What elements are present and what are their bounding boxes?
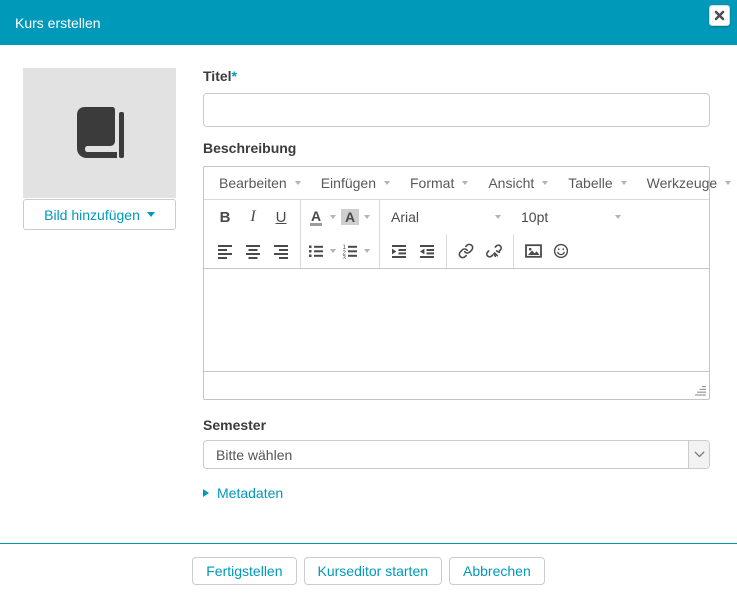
- align-left-button[interactable]: [211, 238, 239, 264]
- font-group: Arial 10pt: [379, 200, 632, 234]
- caret-down-icon: [620, 181, 627, 185]
- align-group: [206, 234, 300, 268]
- numbered-list-caret[interactable]: [360, 238, 374, 264]
- align-right-button[interactable]: [267, 238, 295, 264]
- editor-toolbar-row1: B I U A A Arial 10pt: [204, 200, 709, 234]
- indent-group: [379, 234, 446, 268]
- metadata-toggle-link[interactable]: Metadaten: [203, 485, 283, 501]
- caret-down-icon: [542, 181, 549, 185]
- semester-selected-value: Bitte wählen: [216, 446, 293, 463]
- format-group: B I U: [206, 200, 300, 234]
- editor-toolbar-row2: 123: [204, 234, 709, 268]
- link-group: [446, 234, 513, 268]
- cancel-button[interactable]: Abbrechen: [449, 557, 545, 585]
- smiley-icon: [553, 243, 569, 259]
- book-icon: [67, 101, 133, 165]
- editor-menubar: Bearbeiten Einfügen Format Ansicht Tabel…: [204, 167, 732, 200]
- bold-button[interactable]: B: [211, 204, 239, 230]
- bullet-list-caret[interactable]: [326, 238, 340, 264]
- add-image-button[interactable]: Bild hinzufügen: [23, 199, 176, 230]
- course-image-placeholder: [23, 68, 176, 198]
- svg-text:3: 3: [343, 256, 347, 260]
- description-label: Beschreibung: [203, 140, 297, 156]
- media-group: [513, 234, 580, 268]
- dialog-footer: Fertigstellen Kurseditor starten Abbrech…: [0, 543, 737, 594]
- unlink-icon: [486, 243, 502, 259]
- align-left-icon: [217, 243, 233, 259]
- caret-down-icon: [364, 215, 370, 219]
- font-family-select[interactable]: Arial: [385, 204, 507, 230]
- image-icon: [524, 243, 542, 259]
- font-size-select[interactable]: 10pt: [515, 204, 627, 230]
- insert-link-button[interactable]: [452, 238, 480, 264]
- menu-format[interactable]: Format: [400, 170, 478, 196]
- semester-select[interactable]: Bitte wählen: [203, 440, 710, 469]
- background-color-button[interactable]: A: [340, 204, 360, 230]
- caret-down-icon: [364, 249, 370, 253]
- editor-content-area[interactable]: [204, 268, 709, 371]
- menu-tools[interactable]: Werkzeuge: [637, 170, 737, 196]
- menu-edit[interactable]: Bearbeiten: [209, 170, 311, 196]
- close-icon: [714, 10, 725, 21]
- finish-button[interactable]: Fertigstellen: [192, 557, 297, 585]
- text-color-caret[interactable]: [326, 204, 340, 230]
- caret-down-icon: [725, 181, 732, 185]
- add-image-button-label: Bild hinzufügen: [44, 206, 140, 223]
- caret-down-icon: [384, 181, 390, 185]
- caret-down-icon: [615, 215, 621, 219]
- caret-down-icon: [462, 181, 469, 185]
- link-icon: [458, 243, 474, 259]
- outdent-icon: [419, 243, 435, 259]
- caret-down-icon: [330, 249, 336, 253]
- menu-insert[interactable]: Einfügen: [311, 170, 400, 196]
- dialog-title: Kurs erstellen: [15, 14, 101, 31]
- description-richtext-editor: Bearbeiten Einfügen Format Ansicht Tabel…: [203, 166, 732, 400]
- caret-down-icon: [495, 215, 501, 219]
- color-group: A A: [300, 200, 379, 234]
- italic-button[interactable]: I: [239, 204, 267, 230]
- start-course-editor-button[interactable]: Kurseditor starten: [303, 557, 443, 585]
- caret-down-icon: [294, 181, 301, 185]
- menu-view[interactable]: Ansicht: [478, 170, 558, 196]
- caret-down-icon: [146, 212, 155, 217]
- course-form: Titel* Beschreibung Bearbeiten Einfügen …: [203, 68, 732, 543]
- numbered-list-icon: 123: [342, 243, 358, 259]
- remove-link-button[interactable]: [480, 238, 508, 264]
- dialog-body: Bild hinzufügen Titel* Beschreibung Bear…: [0, 45, 737, 543]
- semester-field: Semester Bitte wählen: [203, 417, 710, 469]
- required-marker: *: [231, 68, 237, 84]
- background-color-caret[interactable]: [360, 204, 374, 230]
- select-arrow-box: [688, 441, 709, 468]
- insert-smiley-button[interactable]: [547, 238, 575, 264]
- menu-table[interactable]: Tabelle: [558, 170, 636, 196]
- underline-button[interactable]: U: [267, 204, 295, 230]
- title-label: Titel*: [203, 68, 237, 84]
- bullet-list-button[interactable]: [306, 238, 326, 264]
- editor-statusbar: [204, 371, 709, 399]
- metadata-link-label: Metadaten: [217, 485, 284, 501]
- indent-button[interactable]: [385, 238, 413, 264]
- numbered-list-button[interactable]: 123: [340, 238, 360, 264]
- title-input[interactable]: [203, 93, 710, 127]
- outdent-button[interactable]: [413, 238, 441, 264]
- align-center-icon: [245, 243, 261, 259]
- course-image-panel: Bild hinzufügen: [23, 68, 176, 543]
- close-button[interactable]: [709, 5, 730, 26]
- caret-down-icon: [330, 215, 336, 219]
- triangle-right-icon: [203, 489, 209, 497]
- resize-grip-icon[interactable]: [695, 386, 706, 396]
- indent-icon: [391, 243, 407, 259]
- dialog-header: Kurs erstellen: [0, 0, 737, 45]
- insert-image-button[interactable]: [519, 238, 547, 264]
- text-color-button[interactable]: A: [306, 204, 326, 230]
- semester-label: Semester: [203, 417, 267, 433]
- align-center-button[interactable]: [239, 238, 267, 264]
- list-group: 123: [300, 234, 379, 268]
- chevron-down-icon: [694, 451, 705, 458]
- bullet-list-icon: [308, 243, 324, 259]
- create-course-dialog: Kurs erstellen Bild hinzufügen Titel* Be…: [0, 0, 737, 594]
- align-right-icon: [273, 243, 289, 259]
